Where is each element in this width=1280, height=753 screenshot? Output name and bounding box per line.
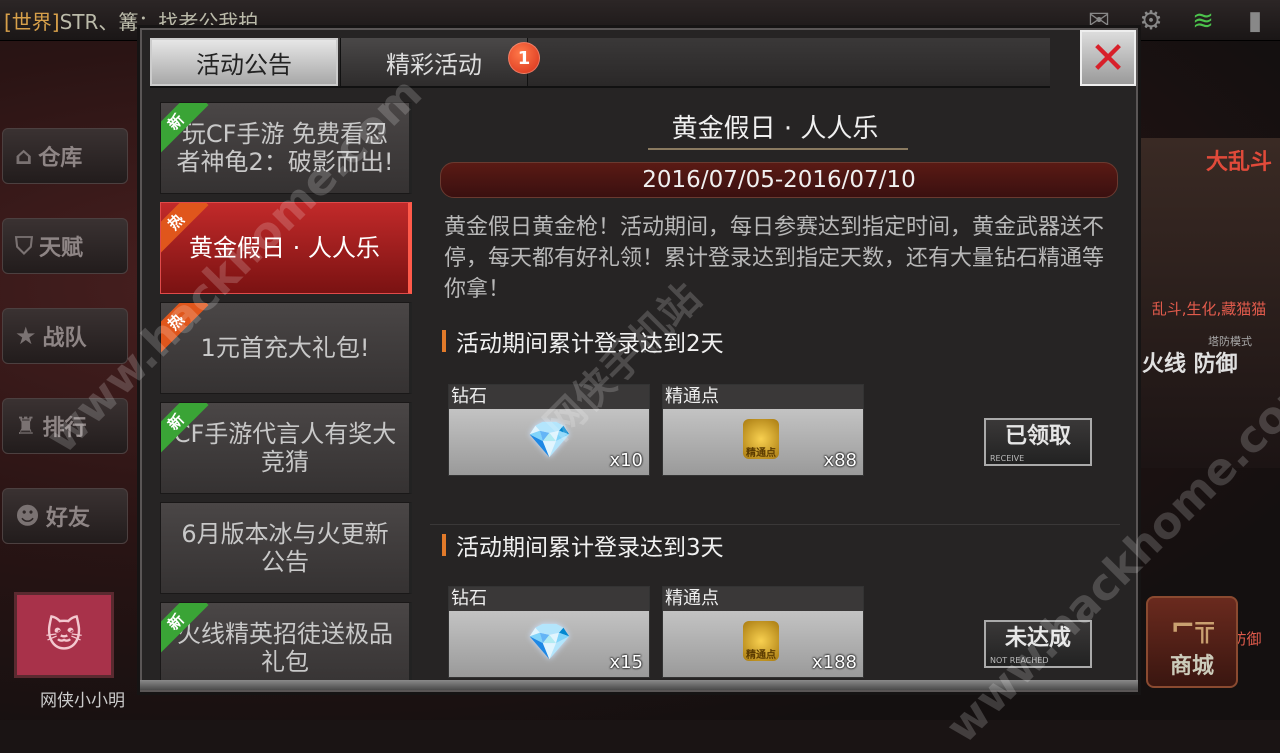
section-heading-text: 活动期间累计登录达到2天 — [456, 331, 724, 357]
trophy-icon: ♜ — [15, 412, 37, 440]
dialog-bottom-edge — [140, 680, 1138, 690]
event-dialog: 活动公告 精彩活动 1 ✕ 新 玩CF手游 免费看忍者神龟2：破影而出! 热 黄… — [140, 28, 1138, 692]
reward-slot[interactable]: 钻石 💎 x10 — [448, 384, 650, 476]
diamond-icon: 💎 — [527, 622, 572, 663]
wifi-icon: ≋ — [1192, 6, 1214, 36]
mastery-points-icon: 精通点 — [743, 419, 779, 459]
player-name: 网侠小小明 — [40, 691, 125, 711]
status-label: 未达成 — [1004, 626, 1071, 651]
title-underline — [648, 148, 908, 150]
cat-avatar-icon: 🐱 — [45, 614, 83, 656]
close-button[interactable]: ✕ — [1080, 30, 1136, 86]
side-nav-friends[interactable]: ☻ 好友 — [2, 488, 128, 544]
side-nav-warehouse[interactable]: ⌂ 仓库 — [2, 128, 128, 184]
reward-quantity: x88 — [823, 450, 857, 471]
heading-marker — [442, 330, 446, 352]
reward-label: 精通点 — [663, 385, 863, 409]
reward-quantity: x15 — [609, 652, 643, 673]
avatar[interactable]: 🐱 — [14, 592, 114, 678]
event-date: 2016/07/05-2016/07/10 — [440, 162, 1118, 198]
list-item-selected[interactable]: 热 黄金假日 · 人人乐 — [160, 202, 412, 294]
list-item-label: 黄金假日 · 人人乐 — [189, 234, 380, 262]
gun-icon: ⌐╦ — [1170, 609, 1214, 644]
gear-icon[interactable]: ⚙ — [1136, 6, 1166, 36]
mode-card-brawl[interactable]: 大乱斗 乱斗,生化,藏猫猫 塔防模式 火线 防御 — [1138, 138, 1280, 468]
talent-icon: ⛉ — [15, 232, 33, 260]
list-item-label: CF手游代言人有奖大竞猜 — [173, 420, 397, 476]
battery-icon: ▮ — [1247, 6, 1263, 36]
reward-label: 钻石 — [449, 587, 649, 611]
side-nav-talent[interactable]: ⛉ 天赋 — [2, 218, 128, 274]
not-reached-status-stamp: 未达成 NOT REACHED — [984, 620, 1092, 668]
side-nav-label: 好友 — [46, 506, 91, 531]
reward-slot[interactable]: 精通点 精通点 x88 — [662, 384, 864, 476]
list-item[interactable]: 新 火线精英招徒送极品礼包 — [160, 602, 412, 680]
list-item[interactable]: 热 1元首充大礼包! — [160, 302, 412, 394]
notification-badge: 1 — [508, 42, 540, 74]
list-item-label: 玩CF手游 免费看忍者神龟2：破影而出! — [176, 120, 394, 176]
chat-channel: [世界] — [4, 10, 60, 34]
section-heading-text: 活动期间累计登录达到3天 — [456, 535, 724, 561]
warehouse-icon: ⌂ — [15, 142, 33, 170]
dialog-tabs: 活动公告 精彩活动 1 — [150, 38, 1050, 88]
status-label-en: RECEIVE — [990, 454, 1025, 463]
reward-quantity: x188 — [811, 652, 857, 673]
tab-announcements[interactable]: 活动公告 — [150, 38, 338, 86]
reward-label: 钻石 — [449, 385, 649, 409]
close-icon: ✕ — [1089, 32, 1127, 84]
status-label-en: NOT REACHED — [990, 656, 1049, 665]
reward-section: 活动期间累计登录达到3天 钻石 💎 x15 精通点 精通点 x188 未达成 N… — [442, 530, 1112, 680]
side-nav-label: 排行 — [42, 416, 87, 441]
list-item[interactable]: 新 CF手游代言人有奖大竞猜 — [160, 402, 412, 494]
reward-label: 精通点 — [663, 587, 863, 611]
list-item[interactable]: 新 玩CF手游 免费看忍者神龟2：破影而出! — [160, 102, 412, 194]
side-nav-label: 天赋 — [39, 236, 84, 261]
mastery-points-icon: 精通点 — [743, 621, 779, 661]
tab-events[interactable]: 精彩活动 — [340, 38, 528, 86]
list-item[interactable]: 6月版本冰与火更新公告 — [160, 502, 412, 594]
star-shield-icon: ★ — [15, 322, 37, 350]
fire-title: 火线 防御 — [1142, 352, 1238, 377]
mode-subtitle: 乱斗,生化,藏猫猫 — [1151, 300, 1267, 318]
side-nav-label: 战队 — [42, 326, 87, 351]
list-item-label: 1元首充大礼包! — [200, 334, 370, 362]
shop-label: 商城 — [1169, 654, 1214, 679]
side-nav-label: 仓库 — [38, 146, 83, 171]
event-detail: 黄金假日 · 人人乐 2016/07/05-2016/07/10 黄金假日黄金枪… — [430, 90, 1120, 680]
list-item-label: 6月版本冰与火更新公告 — [181, 520, 389, 576]
friends-icon: ☻ — [15, 502, 41, 530]
event-description: 黄金假日黄金枪！活动期间，每日参赛达到指定时间，黄金武器送不停，每天都有好礼领！… — [444, 215, 1105, 302]
reward-section: 活动期间累计登录达到2天 钻石 💎 x10 精通点 精通点 x88 已领取 RE… — [442, 326, 1112, 516]
diamond-icon: 💎 — [527, 420, 572, 461]
claimed-status-stamp: 已领取 RECEIVE — [984, 418, 1092, 466]
shop-button[interactable]: ⌐╦ 商城 — [1146, 596, 1238, 688]
event-list: 新 玩CF手游 免费看忍者神龟2：破影而出! 热 黄金假日 · 人人乐 热 1元… — [156, 102, 416, 680]
heading-marker — [442, 534, 446, 556]
event-title: 黄金假日 · 人人乐 — [671, 114, 879, 144]
list-item-label: 火线精英招徒送极品礼包 — [177, 620, 393, 676]
section-heading: 活动期间累计登录达到2天 — [442, 326, 724, 357]
reward-quantity: x10 — [609, 450, 643, 471]
reward-slot[interactable]: 钻石 💎 x15 — [448, 586, 650, 678]
side-nav-ranking[interactable]: ♜ 排行 — [2, 398, 128, 454]
mode-title: 大乱斗 — [1205, 150, 1272, 175]
section-divider — [430, 524, 1120, 525]
reward-slot[interactable]: 精通点 精通点 x188 — [662, 586, 864, 678]
section-heading: 活动期间累计登录达到3天 — [442, 530, 724, 561]
status-label: 已领取 — [1004, 424, 1071, 449]
side-nav-clan[interactable]: ★ 战队 — [2, 308, 128, 364]
